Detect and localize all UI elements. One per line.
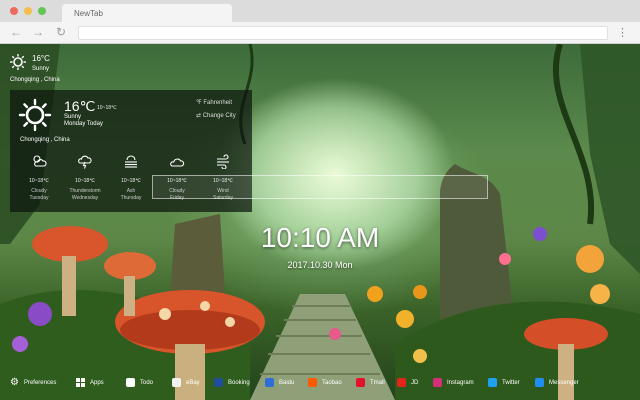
apps-button[interactable]: Apps <box>76 378 104 387</box>
current-temp-range: 10~18℃ <box>97 105 117 111</box>
link-booking[interactable]: Booking <box>214 378 250 387</box>
minimize-window-button[interactable] <box>24 7 32 15</box>
mini-temperature: 16°C <box>32 54 50 63</box>
twitter-icon <box>488 378 497 387</box>
link-tmall[interactable]: Tmall <box>356 378 385 387</box>
close-window-button[interactable] <box>10 7 18 15</box>
current-condition: Sunny <box>64 114 82 120</box>
forecast-day: 10~18℃ Thunderstorm Wednesday <box>62 153 108 201</box>
messenger-icon <box>535 378 544 387</box>
preferences-button[interactable]: ⚙ Preferences <box>10 378 56 388</box>
cloudy-sun-icon <box>16 153 62 169</box>
maximize-window-button[interactable] <box>38 7 46 15</box>
cloud-icon <box>154 153 200 169</box>
link-instagram[interactable]: Instagram <box>433 378 474 387</box>
link-taobao[interactable]: Taobao <box>308 378 342 387</box>
browser-toolbar: ← → ↻ ⋮ <box>0 22 640 44</box>
link-ebay[interactable]: eBay <box>172 378 200 387</box>
forecast-day: 10~18℃ Ash Thursday <box>108 153 154 201</box>
mini-condition: Sunny <box>32 66 50 72</box>
current-temperature: 16℃ <box>64 98 96 114</box>
link-baidu[interactable]: Baidu <box>265 378 294 387</box>
clock-date: 2017.10.30 Mon <box>287 260 353 270</box>
taobao-icon <box>308 378 317 387</box>
forecast-day: 10~18℃ Cloudy Tuesday <box>16 153 62 201</box>
address-bar[interactable] <box>78 26 608 40</box>
wind-icon <box>200 153 246 169</box>
baidu-icon <box>265 378 274 387</box>
browser-tab[interactable]: NewTab <box>62 4 232 22</box>
thunderstorm-icon <box>62 153 108 169</box>
bottom-bar: ⚙ Preferences Apps Todo eBay Booking Bai… <box>0 375 640 393</box>
jd-icon <box>397 378 406 387</box>
haze-icon <box>108 153 154 169</box>
current-day: Monday Today <box>64 121 103 127</box>
tab-title: NewTab <box>74 9 103 18</box>
search-box[interactable] <box>152 175 488 199</box>
fahrenheit-button[interactable]: ℉ Fahrenheit <box>196 99 232 106</box>
reload-icon[interactable]: ↻ <box>56 26 66 38</box>
link-twitter[interactable]: Twitter <box>488 378 520 387</box>
link-jd[interactable]: JD <box>397 378 418 387</box>
change-city-button[interactable]: ⇄ Change City <box>196 112 236 119</box>
link-messenger[interactable]: Messenger <box>535 378 579 387</box>
panel-city: Chongqing , China <box>20 137 70 143</box>
gear-icon: ⚙ <box>10 377 19 388</box>
back-arrow-icon[interactable]: ← <box>10 26 22 38</box>
mini-city: Chongqing , China <box>10 77 60 83</box>
menu-icon[interactable]: ⋮ <box>617 26 628 39</box>
link-todo[interactable]: Todo <box>126 378 153 387</box>
tmall-icon <box>356 378 365 387</box>
instagram-icon <box>433 378 442 387</box>
browser-titlebar: NewTab <box>0 0 640 22</box>
clock-time: 10:10 AM <box>260 222 380 253</box>
grid-icon <box>76 378 85 387</box>
checkbox-icon <box>126 378 135 387</box>
sun-icon <box>10 54 26 75</box>
forward-arrow-icon[interactable]: → <box>32 26 44 38</box>
sun-icon <box>18 98 52 137</box>
ebay-icon <box>172 378 181 387</box>
booking-icon <box>214 378 223 387</box>
